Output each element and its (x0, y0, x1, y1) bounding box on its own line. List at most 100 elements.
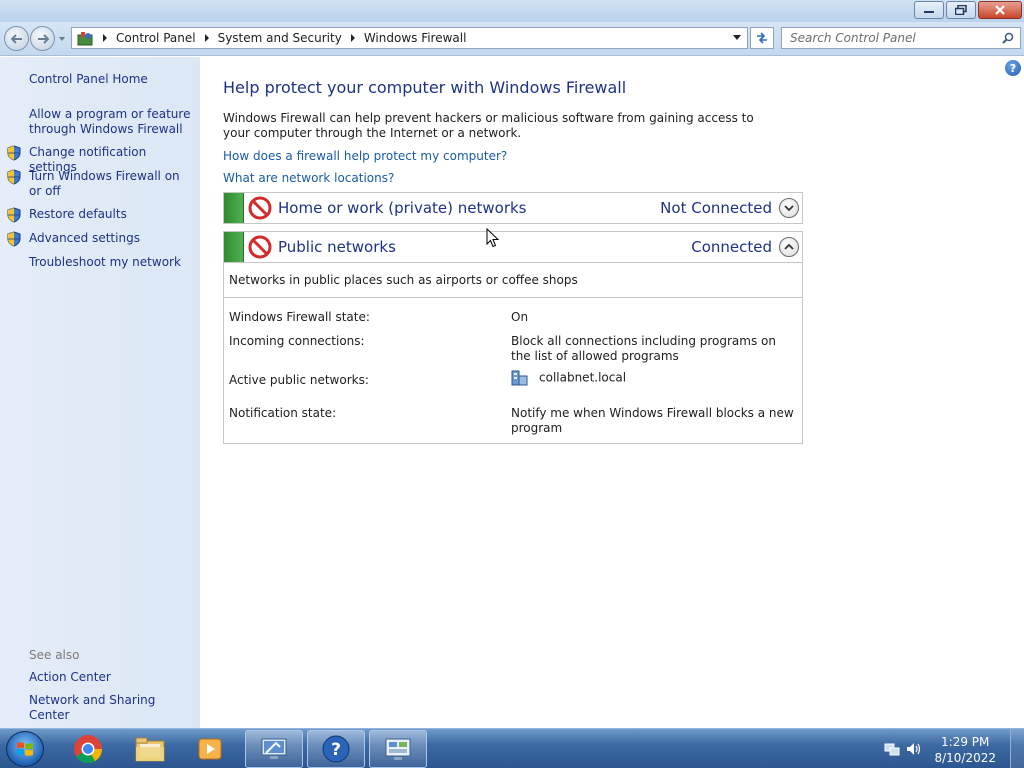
help-icon[interactable]: ? (1005, 60, 1021, 76)
uac-shield-icon (7, 145, 21, 161)
incoming-connections-label: Incoming connections: (229, 334, 365, 348)
folder-icon (135, 737, 165, 762)
back-button[interactable] (4, 26, 29, 51)
blocked-icon (248, 196, 272, 220)
taskbar: ? 1:29 PM 8/10/2022 (0, 728, 1024, 768)
sidebar-link-network-sharing-center[interactable]: Network and Sharing Center (29, 693, 194, 723)
taskbar-explorer[interactable] (121, 730, 179, 768)
breadcrumb-separator-icon (202, 34, 212, 42)
clock-time: 1:29 PM (941, 735, 990, 749)
see-also-heading: See also (29, 648, 80, 662)
sidebar: Control Panel Home Allow a program or fe… (0, 57, 200, 728)
title-bar (0, 0, 1024, 22)
home-work-networks-header[interactable]: Home or work (private) networks Not Conn… (224, 193, 802, 223)
breadcrumb-separator-icon (348, 34, 358, 42)
address-dropdown-button[interactable] (729, 30, 745, 46)
notification-state-value: Notify me when Windows Firewall blocks a… (511, 406, 794, 435)
sidebar-control-panel-home[interactable]: Control Panel Home (29, 72, 194, 87)
firewall-state-value: On (511, 310, 529, 324)
refresh-icon (757, 32, 767, 44)
remote-desktop-icon (261, 738, 287, 759)
chevron-up-icon (784, 243, 794, 250)
firewall-state-label: Windows Firewall state: (229, 310, 370, 324)
public-networks-title: Public networks (278, 238, 396, 256)
chevron-down-icon (733, 35, 741, 40)
close-button[interactable] (978, 1, 1022, 19)
recent-pages-dropdown-icon[interactable] (58, 35, 66, 43)
refresh-button[interactable] (750, 27, 774, 49)
system-tray: 1:29 PM 8/10/2022 (878, 729, 1024, 768)
clock-date: 8/10/2022 (934, 751, 996, 765)
public-networks-details: Windows Firewall state: On Incoming conn… (224, 298, 802, 443)
public-networks-status: Connected (691, 238, 772, 256)
uac-shield-icon (7, 207, 21, 223)
taskbar-control-panel[interactable] (369, 730, 427, 768)
minimize-button[interactable] (914, 1, 944, 19)
breadcrumb-separator-icon (100, 34, 110, 42)
volume-icon[interactable] (906, 742, 922, 756)
page-title: Help protect your computer with Windows … (223, 78, 627, 97)
sidebar-item-restore-defaults[interactable]: Restore defaults (29, 207, 194, 222)
main-content: ? Help protect your computer with Window… (200, 57, 1024, 728)
status-green-bar (224, 193, 244, 223)
status-green-bar (224, 232, 244, 262)
search-icon[interactable] (999, 29, 1017, 47)
forward-button[interactable] (30, 26, 55, 51)
breadcrumb-system-and-security[interactable]: System and Security (218, 31, 342, 45)
control-panel-icon (385, 738, 411, 760)
start-button[interactable] (6, 731, 44, 767)
notification-state-label: Notification state: (229, 406, 337, 420)
forward-arrow-icon (37, 33, 49, 44)
navigation-bar: Control Panel System and Security Window… (0, 22, 1024, 56)
help-support-icon: ? (322, 735, 350, 763)
active-networks-value-row: collabnet.local (511, 370, 796, 386)
uac-shield-icon (7, 231, 21, 247)
active-networks-label: Active public networks: (229, 373, 369, 387)
public-networks-header[interactable]: Public networks Connected (224, 232, 802, 262)
sidebar-item-turn-firewall-on-off[interactable]: Turn Windows Firewall on or off (29, 169, 194, 199)
restore-icon (955, 5, 967, 15)
taskbar-chrome[interactable] (59, 730, 117, 768)
blocked-icon (248, 235, 272, 259)
mouse-cursor-icon (486, 228, 500, 248)
restore-button[interactable] (946, 1, 976, 19)
domain-network-icon (511, 370, 528, 386)
collapse-button[interactable] (779, 237, 799, 257)
address-bar[interactable]: Control Panel System and Security Window… (71, 27, 748, 49)
public-networks-description: Networks in public places such as airpor… (224, 262, 802, 298)
expand-button[interactable] (779, 198, 799, 218)
uac-shield-icon (7, 169, 21, 185)
chrome-icon (74, 735, 102, 764)
sidebar-item-troubleshoot-network[interactable]: Troubleshoot my network (29, 255, 194, 270)
incoming-connections-value: Block all connections including programs… (511, 334, 776, 363)
home-work-networks-panel: Home or work (private) networks Not Conn… (223, 192, 803, 224)
svg-text:?: ? (331, 740, 341, 760)
show-desktop-button[interactable] (1010, 729, 1024, 768)
media-player-icon (198, 738, 222, 760)
sidebar-item-advanced-settings[interactable]: Advanced settings (29, 231, 194, 246)
search-box[interactable] (781, 27, 1021, 49)
windows-logo-icon (17, 742, 33, 756)
breadcrumb-control-panel[interactable]: Control Panel (116, 31, 196, 45)
sidebar-item-allow-program[interactable]: Allow a program or feature through Windo… (29, 107, 194, 137)
public-networks-panel: Public networks Connected Networks in pu… (223, 231, 803, 444)
network-tray-icon[interactable] (884, 742, 900, 756)
sidebar-link-action-center[interactable]: Action Center (29, 670, 194, 685)
clock[interactable]: 1:29 PM 8/10/2022 (934, 734, 996, 766)
window-controls (914, 1, 1022, 19)
minimize-icon (924, 11, 934, 13)
intro-text: Windows Firewall can help prevent hacker… (223, 111, 754, 140)
active-network-name: collabnet.local (539, 370, 627, 385)
taskbar-help-support[interactable]: ? (307, 730, 365, 768)
chevron-down-icon (784, 205, 794, 212)
home-work-networks-title: Home or work (private) networks (278, 199, 527, 217)
windows-firewall-window: Control Panel System and Security Window… (0, 0, 1024, 768)
network-locations-link[interactable]: What are network locations? (223, 171, 394, 185)
search-input[interactable] (782, 29, 999, 47)
control-panel-icon (77, 32, 93, 46)
taskbar-remote-desktop[interactable] (245, 730, 303, 768)
breadcrumb-windows-firewall[interactable]: Windows Firewall (364, 31, 467, 45)
close-icon (995, 5, 1005, 15)
firewall-help-link[interactable]: How does a firewall help protect my comp… (223, 149, 507, 163)
taskbar-media-player[interactable] (181, 730, 239, 768)
